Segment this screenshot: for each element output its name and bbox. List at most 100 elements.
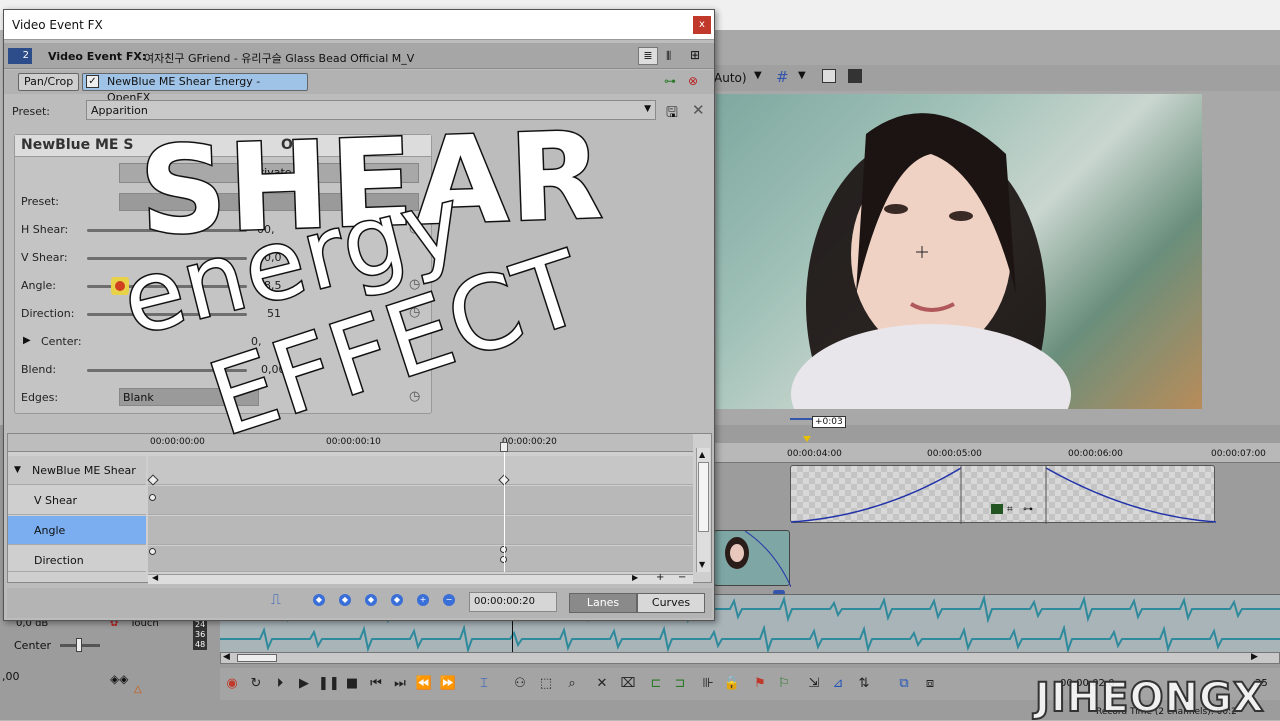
sync-cursor-icon[interactable]: ⎍ [271, 592, 281, 608]
kf-track-label: Direction [34, 554, 84, 567]
pan-slider-thumb[interactable] [76, 638, 82, 652]
envelope-tool-icon[interactable]: ⚇ [510, 674, 530, 694]
timeline-ruler[interactable]: 00:00:04:00 00:00:05:00 00:00:06:00 00:0… [714, 443, 1280, 463]
list-view-icon[interactable]: ≣ [638, 47, 658, 65]
scroll-right-icon[interactable]: ▶ [632, 573, 638, 582]
kf-track-row[interactable]: Direction [8, 546, 146, 572]
lock-envelopes-icon[interactable]: ⇅ [854, 674, 874, 694]
last-keyframe-icon[interactable]: ◆ [391, 594, 403, 606]
crossfade-icon[interactable]: ⧈ [920, 674, 940, 694]
expand-icon[interactable]: ▶ [23, 335, 31, 346]
timeline-scrollbar[interactable]: ◀ ▶ [220, 652, 1280, 664]
chevron-down-icon[interactable]: ▼ [798, 70, 806, 81]
zoom-tool-icon[interactable]: ⌕ [562, 674, 582, 694]
ruler-tick: 00:00:05:00 [927, 449, 982, 459]
scroll-left-icon[interactable]: ◀ [152, 573, 158, 582]
meter-tick: 36 [193, 630, 208, 640]
scroll-thumb[interactable] [237, 654, 277, 662]
next-frame-icon[interactable]: ⏩ [438, 674, 458, 694]
kf-ruler-tick: 00:00:00:20 [502, 437, 557, 447]
play-from-start-icon[interactable]: ⏵ [270, 674, 290, 694]
delete-icon[interactable]: ✕ [592, 674, 612, 694]
scroll-up-icon[interactable]: ▲ [699, 450, 705, 459]
dialog-title: Video Event FX [12, 18, 103, 32]
save-snapshot-icon[interactable] [848, 69, 862, 83]
preview-quality-label[interactable]: Auto) [714, 71, 747, 85]
kf-lane[interactable] [148, 486, 693, 515]
lanes-toggle[interactable]: Lanes [569, 593, 637, 613]
zoom-out-icon[interactable]: − [678, 572, 686, 583]
scroll-left-icon[interactable]: ◀ [223, 652, 230, 662]
loop-icon[interactable]: ↻ [246, 674, 266, 694]
grid-icon[interactable]: # [776, 68, 789, 86]
crop-icon[interactable]: ⌗ [1007, 504, 1013, 515]
edges-value: Blank [123, 391, 154, 404]
video-event-clip[interactable]: ⌗ ⊶ [790, 465, 1216, 524]
keyframe-marker[interactable] [149, 548, 156, 555]
plugin-enable-checkbox[interactable]: ✓ [86, 75, 99, 88]
kf-track-row[interactable]: V Shear [8, 486, 146, 515]
marker-insert-icon[interactable]: ⚑ [750, 674, 770, 694]
keyframe-time-field[interactable]: 00:00:00:20 [469, 592, 557, 612]
kf-hscroll[interactable]: ◀ ▶ + − [148, 572, 693, 584]
zoom-in-icon[interactable]: + [656, 572, 664, 583]
stop-icon[interactable]: ■ [342, 674, 362, 694]
lock-icon[interactable]: 🔒 [722, 674, 742, 694]
kf-lane[interactable] [148, 516, 693, 545]
collapse-icon[interactable]: ▼ [14, 456, 21, 485]
region-insert-icon[interactable]: ⚐ [774, 674, 794, 694]
trim-start-icon[interactable]: ⊏ [646, 674, 666, 694]
close-icon[interactable]: x [693, 16, 711, 34]
play-icon[interactable]: ▶ [294, 674, 314, 694]
auto-ripple-icon[interactable]: ⊿ [828, 674, 848, 694]
keyframe-marker[interactable] [149, 494, 156, 501]
kf-cursor-handle[interactable] [500, 442, 508, 452]
next-keyframe-icon[interactable]: ◆ [365, 594, 377, 606]
prev-keyframe-icon[interactable]: ◆ [339, 594, 351, 606]
kf-vscroll-thumb[interactable] [698, 462, 709, 532]
param-label: Center: [41, 335, 82, 348]
edit-tool-icon[interactable]: ⌶ [474, 674, 494, 694]
curves-toggle[interactable]: Curves [637, 593, 705, 613]
kf-lane[interactable] [148, 546, 693, 572]
plugin-icon[interactable]: ⊶ [1023, 504, 1033, 515]
split-icon[interactable]: ⊪ [698, 674, 718, 694]
prev-frame-icon[interactable]: ⏪ [414, 674, 434, 694]
dialog-title-bar[interactable]: Video Event FX x [4, 10, 714, 40]
trim-icon[interactable]: ⌧ [618, 674, 638, 694]
pause-icon[interactable]: ❚❚ [318, 674, 340, 694]
param-label: H Shear: [21, 223, 69, 236]
save-preset-icon[interactable]: 🖫 [666, 102, 678, 126]
kf-vscroll[interactable]: ▲ ▼ [696, 448, 710, 572]
snap-icon[interactable]: ⇲ [804, 674, 824, 694]
record-icon[interactable]: ◉ [222, 674, 242, 694]
plugin-chip[interactable]: ✓ NewBlue ME Shear Energy - OpenFX [82, 73, 308, 104]
keyframe-nav-icon[interactable]: ◈◈ [110, 672, 128, 686]
first-keyframe-icon[interactable]: ◆ [313, 594, 325, 606]
remove-plugin-icon[interactable]: ⊗ [688, 74, 698, 88]
layout-num[interactable]: 2 [8, 48, 32, 64]
scroll-right-icon[interactable]: ▶ [1251, 652, 1258, 662]
selection-tool-icon[interactable]: ⬚ [536, 674, 556, 694]
video-thumbnail-clip[interactable] [714, 530, 792, 588]
copy-frame-icon[interactable] [822, 69, 836, 83]
go-to-start-icon[interactable]: ⏮ [366, 674, 386, 694]
scroll-down-icon[interactable]: ▼ [699, 560, 705, 569]
grid-view-icon[interactable]: ⊞ [690, 48, 700, 62]
trim-end-icon[interactable]: ⊐ [670, 674, 690, 694]
kf-track-row-selected[interactable]: Angle [8, 516, 146, 545]
chevron-down-icon[interactable]: ▼ [754, 70, 762, 81]
go-to-end-icon[interactable]: ⏭ [390, 674, 410, 694]
marker-icon[interactable]: △ [134, 684, 142, 695]
kf-lane[interactable] [148, 456, 693, 485]
delete-preset-icon[interactable]: ✕ [692, 101, 705, 119]
plugin-chain-icon[interactable]: ⊶ [664, 74, 676, 88]
event-fx-icon[interactable] [991, 504, 1003, 514]
loop-marker[interactable] [803, 436, 811, 442]
add-keyframe-icon[interactable]: + [417, 594, 429, 606]
column-view-icon[interactable]: ⦀ [666, 49, 671, 64]
ignore-grouping-icon[interactable]: ⧉ [894, 674, 914, 694]
pan-crop-chip[interactable]: Pan/Crop [18, 73, 80, 91]
kf-track-row[interactable]: ▼ NewBlue ME Shear ... [8, 456, 146, 506]
delete-keyframe-icon[interactable]: − [443, 594, 455, 606]
